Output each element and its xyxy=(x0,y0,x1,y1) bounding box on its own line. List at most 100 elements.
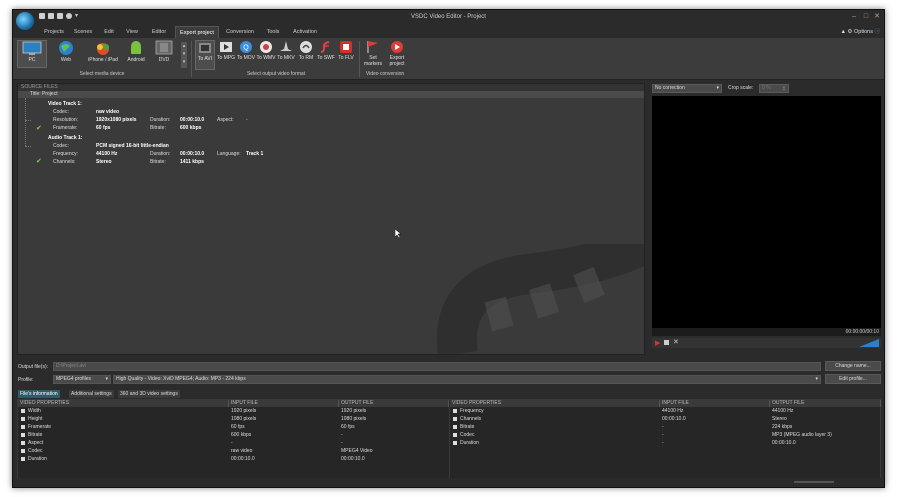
close-icon[interactable]: ✕ xyxy=(873,13,881,21)
output-file-label: Output file(s): xyxy=(18,364,49,370)
flag-icon xyxy=(367,41,378,53)
profile-format-select[interactable]: MPEG4 profiles ▾ xyxy=(53,375,111,384)
device-dvd-button[interactable]: DVD xyxy=(151,40,177,63)
preview-time: 00:00:00/00:10 xyxy=(652,328,881,336)
zoom-slider[interactable] xyxy=(794,481,834,483)
format-mkv-button[interactable]: To MKV xyxy=(276,40,296,61)
media-group-label: Select media device xyxy=(79,71,125,77)
spin-arrows-icon[interactable]: ▲ ▼ xyxy=(782,85,786,92)
audio-channels-value: Stereo xyxy=(96,159,112,165)
maximize-icon[interactable]: □ xyxy=(862,13,870,21)
crop-scale-label: Crop scale: xyxy=(728,85,754,91)
video-duration-value: 00:00:10.0 xyxy=(180,117,205,123)
menu-bar: Projects Scenes Edit View Editor Export … xyxy=(13,26,884,38)
format-rm-button[interactable]: To RM xyxy=(296,40,316,61)
table-cell: MPEG4 Video xyxy=(341,448,373,454)
format-avi-button[interactable]: To AVI xyxy=(195,40,215,70)
output-file-input[interactable]: D:\Project.avi xyxy=(53,362,821,371)
options-menu[interactable]: ▲ ⚙ Options ⓘ xyxy=(841,27,880,35)
format-wmv-label: To WMV xyxy=(256,55,276,61)
ribbon-separator xyxy=(359,41,360,77)
tab-projects[interactable]: Projects xyxy=(41,26,67,38)
chevron-down-icon: ▾ xyxy=(105,376,108,382)
tab-activation[interactable]: Activation xyxy=(289,26,321,38)
volume-icon[interactable] xyxy=(859,339,879,347)
video-preview[interactable] xyxy=(652,96,881,328)
mpg-icon xyxy=(220,42,232,52)
device-pc-button[interactable]: PC xyxy=(17,40,47,68)
audio-track-check-icon[interactable]: ✔ xyxy=(36,157,42,165)
set-markers-button[interactable]: Set markers xyxy=(361,40,385,67)
property-icon xyxy=(21,432,25,437)
device-more-scroll[interactable]: ▴ ▾ ▾ xyxy=(181,42,187,68)
film-strip-watermark-icon xyxy=(436,244,644,354)
play-icon[interactable]: ▶ xyxy=(655,339,660,347)
audio-bitrate-value: 1411 kbps xyxy=(180,159,204,165)
property-icon xyxy=(453,432,457,437)
table-cell: 44100 Hz xyxy=(772,408,794,414)
collapse-ribbon-icon[interactable]: ▲ xyxy=(841,29,846,35)
format-flv-button[interactable]: To FLV xyxy=(336,40,356,61)
format-wmv-button[interactable]: To WMV xyxy=(256,40,276,61)
correction-select[interactable]: No correction ▾ xyxy=(652,84,722,93)
crop-scale-input[interactable]: 0 % ▲ ▼ xyxy=(759,84,789,93)
app-window: ▾ VSDC Video Editor - Project – □ ✕ Proj… xyxy=(12,9,885,488)
table-cell: - xyxy=(662,432,664,438)
table-cell: 00:00:10.0 xyxy=(231,456,255,462)
audio-input-header: INPUT FILE xyxy=(660,400,770,407)
tab-additional-settings[interactable]: Additional settings xyxy=(69,390,114,398)
column-divider xyxy=(449,407,450,479)
preview-toolbar: No correction ▾ Crop scale: 0 % ▲ ▼ xyxy=(652,83,884,95)
device-web-button[interactable]: Web xyxy=(51,40,81,63)
source-files-header: SOURCE FILES xyxy=(18,84,644,91)
property-icon xyxy=(21,456,25,461)
video-track-check-icon[interactable]: ✔ xyxy=(36,124,42,132)
tab-editor[interactable]: Editor xyxy=(147,26,171,38)
table-row: Duration xyxy=(453,439,479,447)
minimize-icon[interactable]: – xyxy=(850,13,858,21)
format-flv-label: To FLV xyxy=(338,55,354,61)
table-row: Height xyxy=(21,415,42,423)
correction-value: No correction xyxy=(655,85,685,91)
tab-tools[interactable]: Tools xyxy=(263,26,283,38)
tab-edit[interactable]: Edit xyxy=(101,26,117,38)
video-framerate-row: Framerate: 60 fps Bitrate: 600 kbps xyxy=(53,125,201,131)
options-label: Options xyxy=(853,29,873,35)
format-mpg-button[interactable]: To MPG xyxy=(216,40,236,61)
flv-icon xyxy=(340,41,352,53)
device-iphone-button[interactable]: iPhone / iPad xyxy=(83,40,123,63)
table-row: Codec xyxy=(453,431,474,439)
tab-360-3d-settings[interactable]: 360 and 3D video settings xyxy=(118,390,180,398)
audio-props-header: VIDEO PROPERTIES xyxy=(450,400,660,407)
format-mov-button[interactable]: Q To MOV xyxy=(236,40,256,61)
stop-icon[interactable] xyxy=(664,340,669,345)
table-row: Frequency xyxy=(453,407,484,415)
audio-frequency-label: Frequency: xyxy=(53,151,79,157)
audio-channels-label: Channels: xyxy=(53,159,76,165)
title-bar: ▾ VSDC Video Editor - Project – □ ✕ xyxy=(13,10,884,30)
video-bitrate-label: Bitrate: xyxy=(150,125,166,131)
tab-view[interactable]: View xyxy=(123,26,141,38)
rm-icon xyxy=(300,41,312,53)
profile-select[interactable]: High Quality - Video: XviD MPEG4; Audio:… xyxy=(113,375,821,384)
table-cell: - xyxy=(231,440,233,446)
tab-files-information[interactable]: File's information xyxy=(18,390,60,398)
export-project-button[interactable]: Export project xyxy=(385,40,409,67)
help-icon[interactable]: ⓘ xyxy=(874,29,880,35)
project-title-row[interactable]: Title: Project xyxy=(18,91,644,98)
tab-scenes[interactable]: Scenes xyxy=(71,26,95,38)
video-duration-label: Duration: xyxy=(150,117,171,123)
table-cell: 1920 pixels xyxy=(341,408,367,414)
tab-export-project[interactable]: Export project xyxy=(175,26,219,38)
device-android-button[interactable]: Android xyxy=(123,40,149,63)
video-resolution-value: 1920x1080 pixels xyxy=(96,117,137,123)
close-preview-icon[interactable]: ✕ xyxy=(673,338,679,346)
change-name-button[interactable]: Change name... xyxy=(825,361,881,371)
table-cell: - xyxy=(341,440,343,446)
format-avi-label: To AVI xyxy=(197,56,213,62)
edit-profile-button[interactable]: Edit profile... xyxy=(825,374,881,384)
table-cell: 1080 pixels xyxy=(341,416,367,422)
format-swf-button[interactable]: To SWF xyxy=(316,40,336,61)
source-files-panel: SOURCE FILES Title: Project ✔ ✔ Video Tr… xyxy=(17,83,645,355)
tab-conversion[interactable]: Conversion xyxy=(223,26,257,38)
